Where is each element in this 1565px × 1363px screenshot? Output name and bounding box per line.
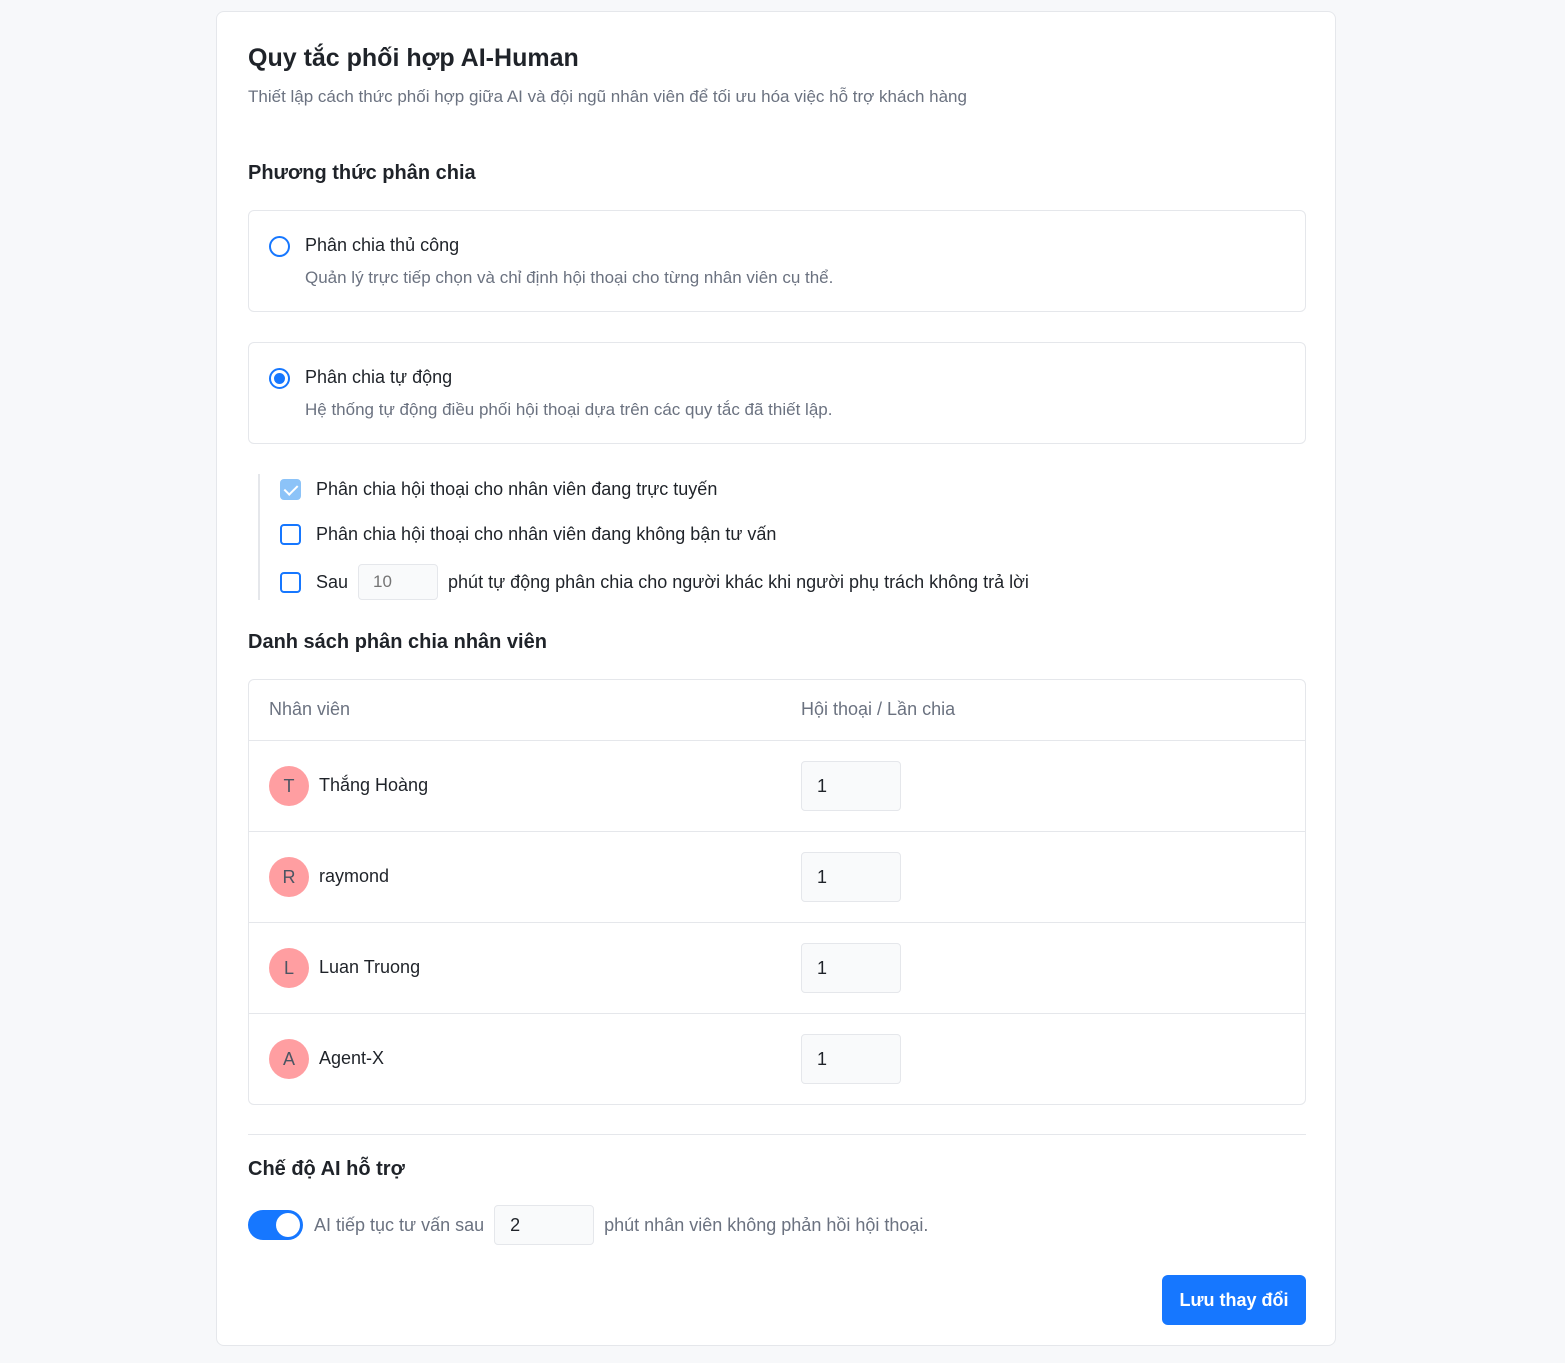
radio-manual[interactable]: [269, 236, 290, 257]
save-button[interactable]: Lưu thay đổi: [1162, 1275, 1306, 1325]
table-header: Nhân viên Hội thoại / Lần chia: [249, 680, 1305, 741]
ai-minutes-input[interactable]: [494, 1205, 595, 1245]
avatar: T: [269, 766, 309, 806]
staff-name: Thắng Hoàng: [319, 775, 429, 795]
avatar: R: [269, 857, 309, 897]
conversations-per-round-input[interactable]: [801, 852, 901, 902]
ai-mode-toggle[interactable]: [248, 1210, 303, 1240]
table-row: T Thắng Hoàng: [249, 741, 1305, 832]
ai-mode-prefix: AI tiếp tục tư vấn sau: [314, 1214, 485, 1235]
option-auto-description: Hệ thống tự động điều phối hội thoại dựa…: [305, 400, 833, 419]
rule-not-busy-checkbox[interactable]: [280, 523, 301, 545]
auto-rules: Phân chia hội thoại cho nhân viên đang t…: [258, 474, 1158, 600]
rule-timeout-prefix: Sau: [316, 571, 349, 592]
distribution-section-title: Phương thức phân chia: [248, 162, 476, 184]
column-header-staff: Nhân viên: [269, 699, 351, 719]
rule-timeout-checkbox[interactable]: [280, 571, 301, 593]
option-auto[interactable]: Phân chia tự động Hệ thống tự động điều …: [248, 342, 1306, 444]
avatar: L: [269, 948, 309, 988]
option-manual-label: Phân chia thủ công: [305, 235, 460, 255]
table-row: L Luan Truong: [249, 923, 1305, 1014]
avatar: A: [269, 1039, 309, 1079]
conversations-per-round-input[interactable]: [801, 1034, 901, 1084]
column-header-conversations: Hội thoại / Lần chia: [801, 699, 956, 719]
table-row: R raymond: [249, 832, 1305, 923]
section-divider: [248, 1134, 1306, 1135]
toggle-knob: [276, 1213, 300, 1237]
staff-section-title: Danh sách phân chia nhân viên: [248, 631, 547, 653]
rule-online-label: Phân chia hội thoại cho nhân viên đang t…: [316, 478, 718, 499]
timeout-minutes-input[interactable]: [358, 564, 439, 600]
ai-mode-suffix: phút nhân viên không phản hồi hội thoại.: [604, 1214, 929, 1235]
staff-table: Nhân viên Hội thoại / Lần chia T Thắng H…: [248, 679, 1306, 1105]
rule-online-checkbox[interactable]: [280, 478, 301, 500]
option-auto-label: Phân chia tự động: [305, 367, 453, 387]
page-title: Quy tắc phối hợp AI-Human: [248, 44, 579, 72]
staff-name: Luan Truong: [319, 957, 421, 977]
rule-not-busy-label: Phân chia hội thoại cho nhân viên đang k…: [316, 523, 777, 544]
option-manual-description: Quản lý trực tiếp chọn và chỉ định hội t…: [305, 268, 834, 287]
ai-mode-section-title: Chế độ AI hỗ trợ: [248, 1158, 405, 1180]
radio-auto[interactable]: [269, 368, 290, 389]
staff-name: Agent-X: [319, 1048, 385, 1068]
page-subtitle: Thiết lập cách thức phối hợp giữa AI và …: [248, 87, 967, 106]
option-manual[interactable]: Phân chia thủ công Quản lý trực tiếp chọ…: [248, 210, 1306, 312]
rule-not-busy[interactable]: Phân chia hội thoại cho nhân viên đang k…: [280, 519, 776, 549]
ai-mode-row: AI tiếp tục tư vấn sau phút nhân viên kh…: [248, 1205, 928, 1245]
settings-card: Quy tắc phối hợp AI-Human Thiết lập cách…: [216, 11, 1336, 1346]
conversations-per-round-input[interactable]: [801, 943, 901, 993]
conversations-per-round-input[interactable]: [801, 761, 901, 811]
rule-timeout-suffix: phút tự động phân chia cho người khác kh…: [448, 571, 1029, 592]
table-row: A Agent-X: [249, 1014, 1305, 1104]
rule-online[interactable]: Phân chia hội thoại cho nhân viên đang t…: [280, 474, 717, 504]
rule-timeout[interactable]: Sau phút tự động phân chia cho người khá…: [280, 563, 1029, 601]
staff-name: raymond: [319, 866, 390, 886]
